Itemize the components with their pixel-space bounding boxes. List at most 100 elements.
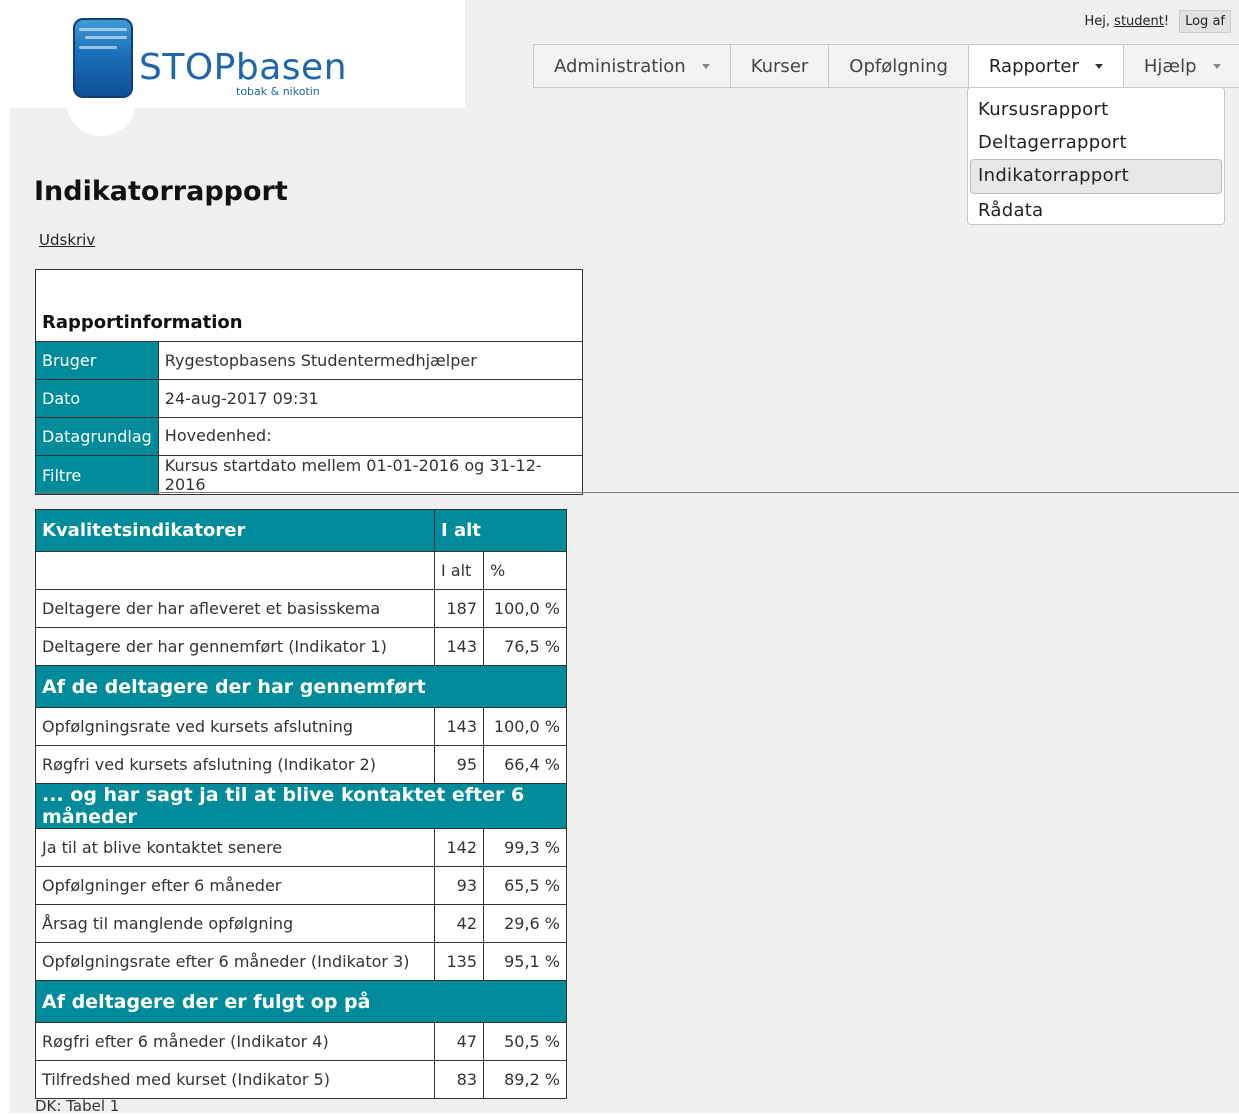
row-count: 47: [434, 1022, 484, 1061]
row-pct: 89,2 %: [483, 1060, 567, 1099]
logo-subtitle: tobak & nikotin: [236, 85, 320, 98]
row-label: Opfølgningsrate efter 6 måneder (Indikat…: [35, 942, 435, 981]
table-row: Bruger Rygestopbasens Studentermedhjælper: [35, 341, 584, 380]
caret-down-icon: [1094, 63, 1103, 69]
table-row: Dato 24-aug-2017 09:31: [35, 379, 584, 418]
row-count: 93: [434, 866, 484, 905]
row-pct: 95,1 %: [483, 942, 567, 981]
row-label: Opfølgninger efter 6 måneder: [35, 866, 435, 905]
row-pct: 100,0 %: [483, 589, 567, 628]
report-info-table: Rapportinformation Bruger Rygestopbasens …: [35, 269, 584, 495]
row-pct: 76,5 %: [483, 627, 567, 666]
table-row: Opfølgningsrate ved kursets afslutning 14…: [35, 707, 567, 746]
info-label: Datagrundlag: [35, 417, 159, 456]
section-row: Af de deltagere der har gennemført: [35, 665, 567, 708]
row-count: 187: [434, 589, 484, 628]
row-label: Deltagere der har afleveret et basisskem…: [35, 589, 435, 628]
row-label: Tilfredshed med kurset (Indikator 5): [35, 1060, 435, 1099]
table-subheader-row: I alt %: [35, 551, 567, 590]
column-header: Kvalitetsindikatorer: [35, 509, 435, 552]
menu-item-indikatorrapport[interactable]: Indikatorrapport: [970, 159, 1222, 194]
row-pct: 65,5 %: [483, 866, 567, 905]
table-row: Røgfri efter 6 måneder (Indikator 4) 47 50…: [35, 1022, 567, 1061]
table-row: Rapportinformation: [35, 269, 583, 342]
caret-down-icon: [1212, 63, 1221, 69]
greeting: Hej, student!: [1084, 14, 1170, 29]
table-row: Datagrundlag Hovedenhed:: [35, 417, 584, 456]
row-label: Ja til at blive kontaktet senere: [35, 828, 435, 867]
row-pct: 29,6 %: [483, 904, 567, 943]
redacted-value: [275, 426, 314, 447]
rapporter-dropdown-menu: Kursusrapport Deltagerrapport Indikatorr…: [967, 87, 1225, 225]
nav-hjaelp[interactable]: Hjælp: [1123, 45, 1239, 87]
row-pct: 50,5 %: [483, 1022, 567, 1061]
nav-kurser[interactable]: Kurser: [730, 45, 830, 87]
nav-opfolgning-label: Opfølgning: [849, 55, 948, 77]
report-info-title: Rapportinformation: [35, 269, 583, 342]
table-header-row: Kvalitetsindikatorer I alt: [35, 509, 567, 552]
section-row: ... og har sagt ja til at blive kontakte…: [35, 783, 567, 829]
row-count: 135: [434, 942, 484, 981]
section-header: Af de deltagere der har gennemført: [35, 665, 567, 708]
table-caption: DK: Tabel 1: [35, 1097, 120, 1115]
row-pct: 99,3 %: [483, 828, 567, 867]
user-links: Hej, student! Log af: [1084, 10, 1231, 33]
row-count: 83: [434, 1060, 484, 1099]
subheader-pct: %: [483, 551, 567, 590]
row-count: 42: [434, 904, 484, 943]
section-header: ... og har sagt ja til at blive kontakte…: [35, 783, 567, 829]
table-row: Filtre Kursus startdato mellem 01-01-2016…: [35, 455, 584, 495]
info-value: Rygestopbasens Studentermedhjælper: [157, 341, 584, 380]
row-count: 143: [434, 627, 484, 666]
nav-rapporter-label: Rapporter: [988, 55, 1079, 77]
info-value: Kursus startdato mellem 01-01-2016 og 31…: [157, 455, 584, 495]
row-label: Røgfri ved kursets afslutning (Indikator…: [35, 745, 435, 784]
menu-item-radata[interactable]: Rådata: [968, 194, 1224, 227]
row-count: 95: [434, 745, 484, 784]
section-header: Af deltagere der er fulgt op på: [35, 980, 567, 1023]
info-label: Dato: [35, 379, 159, 418]
main-nav: Administration Kurser Opfølgning Rapport…: [533, 44, 1239, 88]
subheader-total: I alt: [434, 551, 484, 590]
row-pct: 100,0 %: [483, 707, 567, 746]
table-row: Røgfri ved kursets afslutning (Indikator…: [35, 745, 567, 784]
page-title: Indikatorrapport: [34, 176, 288, 207]
menu-item-kursusrapport[interactable]: Kursusrapport: [968, 93, 1224, 126]
row-label: Røgfri efter 6 måneder (Indikator 4): [35, 1022, 435, 1061]
table-row: Opfølgningsrate efter 6 måneder (Indikat…: [35, 942, 567, 981]
nav-administration[interactable]: Administration: [534, 45, 731, 87]
logo-icon[interactable]: [73, 18, 133, 98]
quality-indicators-table: Kvalitetsindikatorer I alt I alt % Delta…: [35, 509, 567, 1099]
nav-kurser-label: Kurser: [750, 55, 809, 77]
print-link[interactable]: Udskriv: [39, 231, 95, 249]
row-pct: 66,4 %: [483, 745, 567, 784]
divider: [35, 492, 1239, 493]
nav-hjaelp-label: Hjælp: [1143, 55, 1197, 77]
table-row: Tilfredshed med kurset (Indikator 5) 83 89…: [35, 1060, 567, 1099]
table-row: Ja til at blive kontaktet senere 142 99,3 …: [35, 828, 567, 867]
column-header: I alt: [434, 509, 567, 552]
menu-item-deltagerrapport[interactable]: Deltagerrapport: [968, 126, 1224, 159]
row-count: 143: [434, 707, 484, 746]
row-label: Årsag til manglende opfølgning: [35, 904, 435, 943]
table-row: Deltagere der har gennemført (Indikator …: [35, 627, 567, 666]
nav-rapporter[interactable]: Rapporter: [968, 45, 1124, 87]
nav-opfolgning[interactable]: Opfølgning: [829, 45, 969, 87]
table-row: Opfølgninger efter 6 måneder 93 65,5 %: [35, 866, 567, 905]
row-label: Deltagere der har gennemført (Indikator …: [35, 627, 435, 666]
table-row: Deltagere der har afleveret et basisskem…: [35, 589, 567, 628]
nav-administration-label: Administration: [554, 55, 686, 77]
row-label: Opfølgningsrate ved kursets afslutning: [35, 707, 435, 746]
logout-button[interactable]: Log af: [1179, 10, 1231, 33]
user-link[interactable]: student: [1114, 14, 1164, 29]
caret-down-icon: [701, 63, 710, 69]
section-row: Af deltagere der er fulgt op på: [35, 980, 567, 1023]
logo-text: STOPbasen: [139, 47, 348, 88]
info-label: Bruger: [35, 341, 159, 380]
empty-cell: [35, 551, 435, 590]
row-count: 142: [434, 828, 484, 867]
info-value: Hovedenhed:: [157, 417, 584, 456]
info-value: 24-aug-2017 09:31: [157, 379, 584, 418]
info-label: Filtre: [35, 455, 159, 495]
table-row: Årsag til manglende opfølgning 42 29,6 %: [35, 904, 567, 943]
